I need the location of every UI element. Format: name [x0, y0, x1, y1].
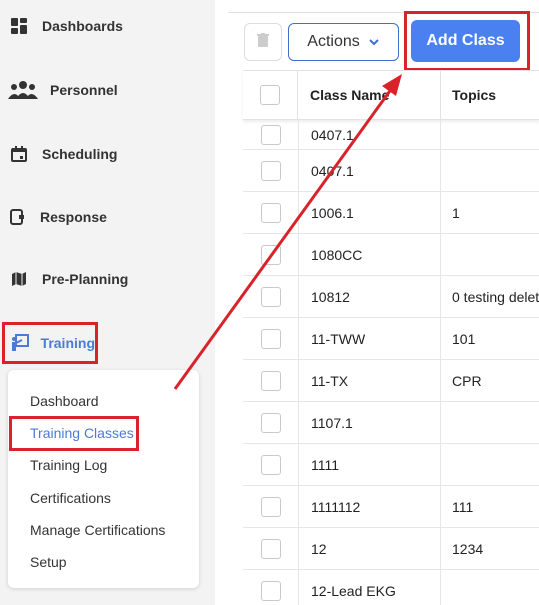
- topics-cell: 111: [452, 499, 474, 515]
- topics-cell: [442, 234, 539, 276]
- table-header: Class Name Topics: [243, 70, 539, 120]
- row-checkbox[interactable]: [260, 161, 281, 181]
- submenu-item-manage-certifications[interactable]: Manage Certifications: [30, 522, 165, 538]
- topics-cell: 0 testing delet: [452, 289, 539, 305]
- row-select-cell: [243, 276, 299, 318]
- row-checkbox[interactable]: [260, 497, 281, 517]
- sidebar: Dashboards Personnel Scheduling Response…: [0, 0, 215, 605]
- trash-icon: [257, 32, 269, 52]
- sidebar-item-training[interactable]: Training: [2, 322, 98, 364]
- sidebar-item-label: Response: [40, 209, 107, 225]
- class-name-cell[interactable]: 11-TX: [299, 360, 441, 402]
- class-name-cell[interactable]: 1080CC: [299, 234, 441, 276]
- topics-cell: CPR: [452, 373, 482, 389]
- row-checkbox[interactable]: [260, 203, 281, 223]
- row-select-cell: [243, 318, 299, 360]
- row-select-cell: [243, 120, 299, 150]
- table-row[interactable]: 12-Lead EKG: [243, 570, 539, 605]
- class-name-cell[interactable]: 10812: [299, 276, 441, 318]
- row-checkbox[interactable]: [260, 371, 281, 391]
- table-row[interactable]: 11-TWW 101: [243, 318, 539, 360]
- submenu-item-setup[interactable]: Setup: [30, 554, 67, 570]
- row-select-cell: [243, 150, 299, 192]
- row-checkbox[interactable]: [260, 245, 281, 265]
- row-select-cell: [243, 528, 299, 570]
- class-name-cell[interactable]: 12-Lead EKG: [299, 570, 441, 605]
- row-checkbox[interactable]: [260, 329, 281, 349]
- table-row[interactable]: 1006.1 1: [243, 192, 539, 234]
- sidebar-item-label: Scheduling: [42, 146, 118, 162]
- topics-cell: 1234: [452, 541, 484, 557]
- topics-cell: [442, 402, 539, 444]
- sidebar-item-personnel[interactable]: Personnel: [8, 80, 118, 100]
- sidebar-item-scheduling[interactable]: Scheduling: [8, 144, 117, 164]
- sidebar-item-label: Personnel: [50, 82, 118, 98]
- class-name-cell[interactable]: 1107.1: [299, 402, 441, 444]
- column-header-class-name[interactable]: Class Name: [299, 71, 441, 119]
- training-submenu: Dashboard Training Classes Training Log …: [8, 370, 199, 588]
- calendar-icon: [8, 144, 30, 164]
- sidebar-item-dashboards[interactable]: Dashboards: [8, 16, 123, 36]
- sidebar-item-label: Dashboards: [42, 18, 123, 34]
- submenu-item-training-log[interactable]: Training Log: [30, 457, 107, 473]
- row-checkbox[interactable]: [260, 539, 281, 559]
- actions-dropdown-button[interactable]: Actions: [288, 23, 399, 61]
- submenu-item-certifications[interactable]: Certifications: [30, 490, 111, 506]
- sidebar-item-label: Training: [40, 335, 95, 351]
- table-row[interactable]: 12 1234: [243, 528, 539, 570]
- topics-cell: [442, 570, 539, 605]
- class-name-cell[interactable]: 0407.1: [299, 120, 441, 150]
- row-checkbox[interactable]: [260, 287, 281, 307]
- class-name-cell[interactable]: 12: [299, 528, 441, 570]
- training-icon: [9, 333, 31, 353]
- topics-cell: [442, 444, 539, 486]
- chevron-down-icon: [368, 33, 380, 51]
- row-checkbox[interactable]: [260, 455, 281, 475]
- row-select-cell: [243, 360, 299, 402]
- table-row[interactable]: 1111112 111: [243, 486, 539, 528]
- select-all-cell: [243, 71, 298, 119]
- sidebar-item-label: Pre-Planning: [42, 271, 129, 287]
- table-row[interactable]: 11-TX CPR: [243, 360, 539, 402]
- row-select-cell: [243, 444, 299, 486]
- table-body: 0407.1 0407.1 1006.1 1 1080CC 10812 0 testing …: [243, 120, 539, 605]
- table-row[interactable]: 1080CC: [243, 234, 539, 276]
- row-checkbox[interactable]: [260, 125, 281, 145]
- sidebar-item-response[interactable]: Response: [6, 207, 107, 227]
- table-row[interactable]: 0407.1: [243, 120, 539, 150]
- annotation-highlight-training-classes: [9, 416, 139, 451]
- table-row[interactable]: 0407.1: [243, 150, 539, 192]
- response-icon: [6, 207, 28, 227]
- row-select-cell: [243, 192, 299, 234]
- topics-cell: [442, 150, 539, 192]
- table-row[interactable]: 1107.1: [243, 402, 539, 444]
- actions-label: Actions: [307, 33, 360, 50]
- table-row[interactable]: 10812 0 testing delet: [243, 276, 539, 318]
- row-checkbox[interactable]: [260, 413, 281, 433]
- map-icon: [8, 269, 30, 289]
- select-all-checkbox[interactable]: [260, 85, 280, 105]
- class-name-cell[interactable]: 1111112: [299, 486, 441, 528]
- topics-cell: 101: [452, 331, 476, 347]
- column-header-topics[interactable]: Topics: [442, 71, 539, 119]
- row-select-cell: [243, 570, 299, 605]
- row-select-cell: [243, 486, 299, 528]
- class-name-cell[interactable]: 1111: [299, 444, 441, 486]
- topics-cell: 1: [452, 205, 460, 221]
- sidebar-item-pre-planning[interactable]: Pre-Planning: [8, 269, 128, 289]
- delete-button[interactable]: [244, 23, 282, 61]
- submenu-item-dashboard[interactable]: Dashboard: [30, 393, 99, 409]
- people-icon: [8, 80, 38, 100]
- class-name-cell[interactable]: 0407.1: [299, 150, 441, 192]
- row-select-cell: [243, 234, 299, 276]
- add-class-button[interactable]: Add Class: [411, 20, 520, 62]
- topics-cell: [442, 120, 539, 150]
- dashboard-grid-icon: [8, 16, 30, 36]
- row-checkbox[interactable]: [260, 581, 281, 601]
- class-name-cell[interactable]: 11-TWW: [299, 318, 441, 360]
- row-select-cell: [243, 402, 299, 444]
- class-name-cell[interactable]: 1006.1: [299, 192, 441, 234]
- table-row[interactable]: 1111: [243, 444, 539, 486]
